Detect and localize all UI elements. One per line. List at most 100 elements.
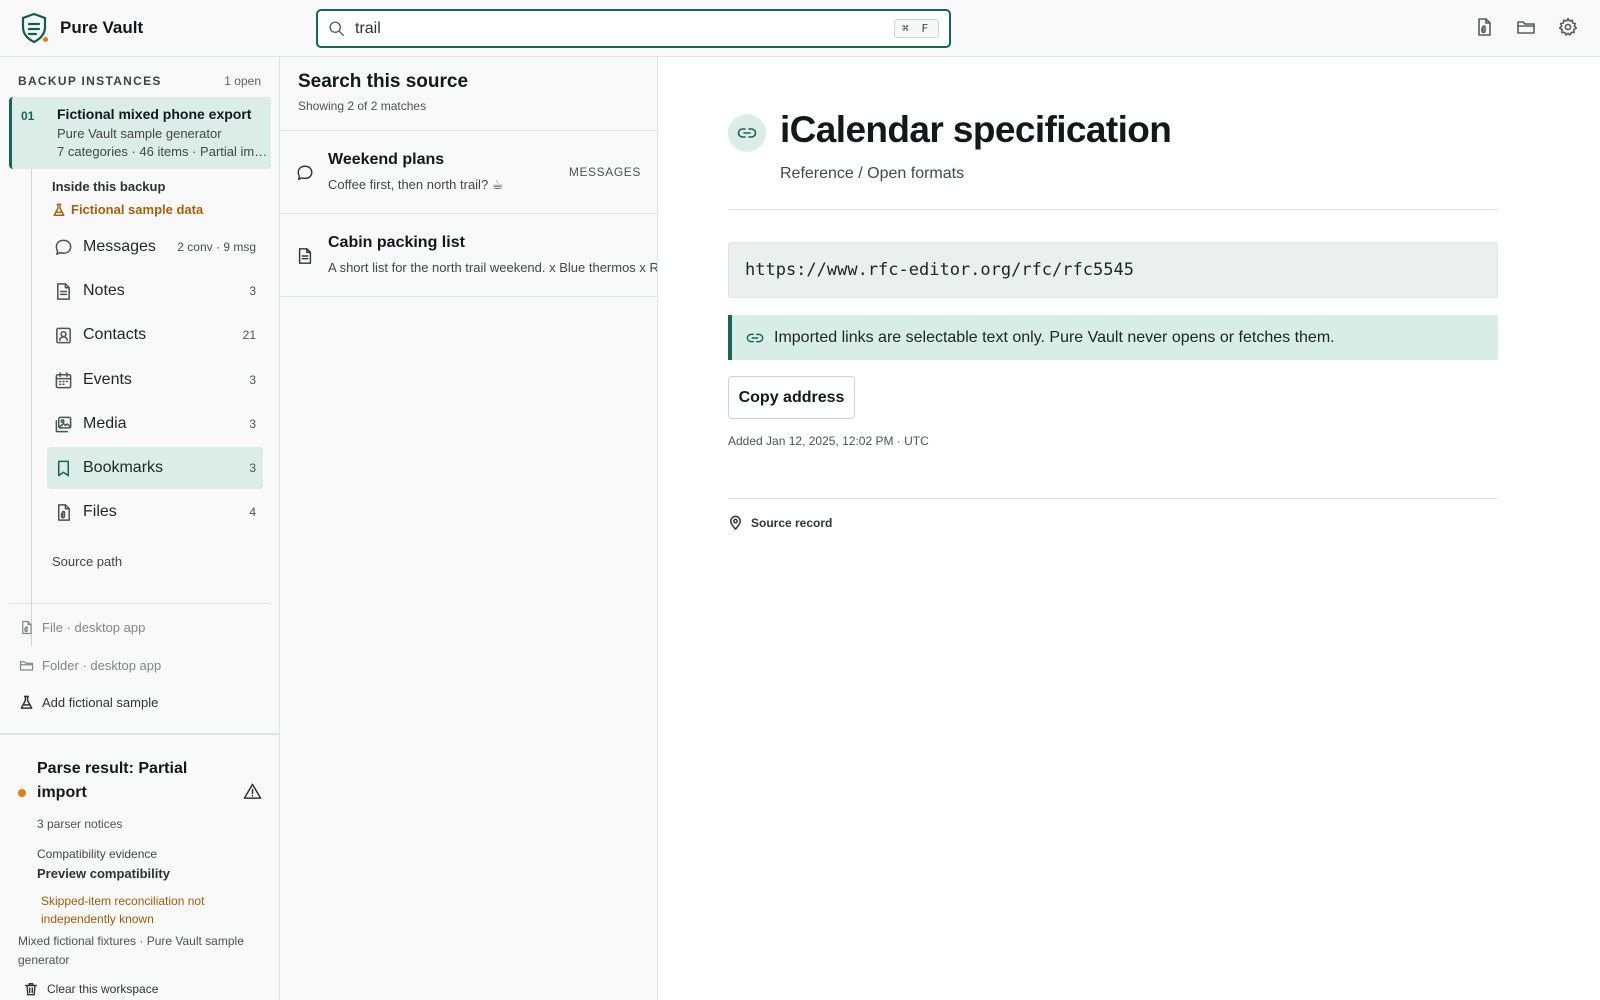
sidebar-item-label: Events	[83, 371, 132, 388]
instance-subtitle: Pure Vault sample generator	[57, 126, 222, 141]
sidebar-item-label: Messages	[83, 238, 156, 255]
contact-icon	[54, 326, 73, 345]
open-file-action[interactable]: File · desktop app	[19, 620, 145, 635]
result-category-tag: MESSAGES	[568, 165, 641, 179]
sidebar-item-messages[interactable]: Messages 2 conv · 9 msg	[47, 226, 263, 268]
media-icon	[54, 415, 73, 434]
search-results-panel: Search this source Showing 2 of 2 matche…	[280, 57, 658, 1000]
source-path-link[interactable]: Source path	[52, 554, 122, 569]
result-snippet: A short list for the north trail weekend…	[328, 260, 658, 275]
link-icon	[728, 114, 766, 152]
backup-instances-header: BACKUP INSTANCES 1 open	[18, 74, 261, 88]
search-box[interactable]: ⌘ F	[316, 9, 951, 48]
calendar-icon	[54, 371, 73, 390]
source-record-label: Source record	[751, 515, 833, 530]
pure-vault-logo-icon	[18, 12, 50, 44]
sidebar: BACKUP INSTANCES 1 open 01 Fictional mix…	[0, 57, 280, 1000]
compatibility-label: Compatibility evidence	[37, 847, 158, 861]
app-name: Pure Vault	[60, 18, 144, 37]
skipped-item-warning: Skipped-item reconciliation not independ…	[41, 894, 205, 926]
settings-gear-icon[interactable]	[1558, 17, 1578, 37]
note-icon	[54, 282, 73, 301]
sidebar-divider	[9, 603, 270, 604]
file-icon	[19, 620, 34, 635]
instance-number: 01	[21, 109, 35, 123]
warning-triangle-icon	[243, 782, 262, 801]
folder-icon	[19, 658, 34, 673]
sidebar-item-bookmarks[interactable]: Bookmarks 3	[47, 447, 263, 489]
flask-icon	[52, 203, 66, 217]
sidebar-item-count: 3	[249, 461, 256, 475]
results-count: Showing 2 of 2 matches	[298, 99, 427, 113]
sidebar-item-media[interactable]: Media 3	[47, 403, 263, 445]
open-folder-icon[interactable]	[1516, 17, 1536, 37]
section-label: BACKUP INSTANCES	[18, 74, 162, 88]
parse-result-title: Parse result: Partial import	[37, 760, 188, 801]
link-icon	[746, 329, 764, 347]
top-actions	[1474, 17, 1578, 37]
open-folder-action[interactable]: Folder · desktop app	[19, 658, 161, 673]
clear-workspace-label: Clear this workspace	[47, 982, 159, 996]
sidebar-item-contacts[interactable]: Contacts 21	[47, 314, 263, 356]
parse-result-panel: Parse result: Partial import 3 parser no…	[0, 733, 280, 1000]
compatibility-value: Preview compatibility	[37, 866, 170, 881]
copy-address-button[interactable]: Copy address	[728, 376, 855, 419]
top-bar: Pure Vault ⌘ F	[0, 0, 1600, 57]
source-record-link[interactable]: Source record	[728, 515, 832, 530]
sidebar-item-notes[interactable]: Notes 3	[47, 270, 263, 312]
added-timestamp: Added Jan 12, 2025, 12:02 PM · UTC	[728, 434, 929, 448]
sidebar-item-label: Files	[83, 503, 117, 520]
trash-icon	[24, 982, 38, 996]
results-title: Search this source	[298, 71, 469, 92]
message-icon	[54, 238, 73, 257]
result-item-cabin-packing-list[interactable]: Cabin packing list A short list for the …	[280, 214, 658, 296]
open-file-label: File · desktop app	[42, 620, 146, 635]
sidebar-item-count: 4	[249, 505, 256, 519]
detail-divider	[728, 498, 1498, 499]
sample-data-label: Fictional sample data	[71, 202, 204, 217]
result-item-weekend-plans[interactable]: Weekend plans Coffee first, then north t…	[280, 131, 657, 213]
results-header: Search this source Showing 2 of 2 matche…	[298, 71, 468, 113]
sidebar-item-label: Notes	[83, 282, 125, 299]
bookmark-icon	[54, 459, 73, 478]
open-folder-label: Folder · desktop app	[42, 658, 162, 673]
bookmark-url[interactable]: https://www.rfc-editor.org/rfc/rfc5545	[728, 242, 1498, 298]
sidebar-item-events[interactable]: Events 3	[47, 359, 263, 401]
tree-guide-line	[31, 169, 32, 646]
breadcrumb: Reference / Open formats	[780, 165, 965, 182]
brand: Pure Vault	[18, 12, 143, 44]
add-sample-label: Add fictional sample	[42, 695, 159, 710]
open-count: 1 open	[224, 74, 261, 88]
file-icon	[54, 503, 73, 522]
location-pin-icon	[728, 515, 743, 530]
results-divider	[280, 296, 657, 297]
fixtures-source: Mixed fictional fixtures · Pure Vault sa…	[18, 934, 244, 967]
sidebar-item-count: 3	[249, 373, 256, 387]
sidebar-item-count: 3	[249, 284, 256, 298]
add-fictional-sample-action[interactable]: Add fictional sample	[19, 695, 158, 710]
parse-status-dot	[18, 789, 26, 797]
sidebar-item-label: Bookmarks	[83, 459, 164, 476]
logo-status-dot	[42, 36, 49, 43]
result-title: Weekend plans	[328, 151, 445, 168]
notice-text: Imported links are selectable text only.…	[774, 328, 1335, 346]
result-snippet: Coffee first, then north trail? ☕	[328, 177, 504, 192]
links-safety-notice: Imported links are selectable text only.…	[728, 315, 1498, 360]
search-input[interactable]	[355, 11, 895, 46]
sidebar-item-count: 21	[242, 328, 256, 342]
result-title: Cabin packing list	[328, 234, 465, 251]
open-file-icon[interactable]	[1474, 17, 1494, 37]
sidebar-item-count: 2 conv · 9 msg	[177, 240, 256, 254]
clear-workspace-button[interactable]: Clear this workspace	[24, 982, 158, 996]
sidebar-item-label: Media	[83, 415, 127, 432]
instance-title: Fictional mixed phone export	[57, 106, 252, 122]
inside-backup-label: Inside this backup	[52, 179, 166, 194]
sidebar-item-files[interactable]: Files 4	[47, 491, 263, 533]
backup-instance-card[interactable]: 01 Fictional mixed phone export Pure Vau…	[9, 97, 271, 169]
search-shortcut-hint: ⌘ F	[894, 19, 939, 38]
sidebar-item-label: Contacts	[83, 326, 147, 343]
bookmark-detail: iCalendar specification Reference / Open…	[659, 57, 1600, 1000]
sidebar-item-count: 3	[249, 417, 256, 431]
bookmark-title: iCalendar specification	[780, 109, 1172, 150]
detail-divider	[728, 209, 1498, 210]
